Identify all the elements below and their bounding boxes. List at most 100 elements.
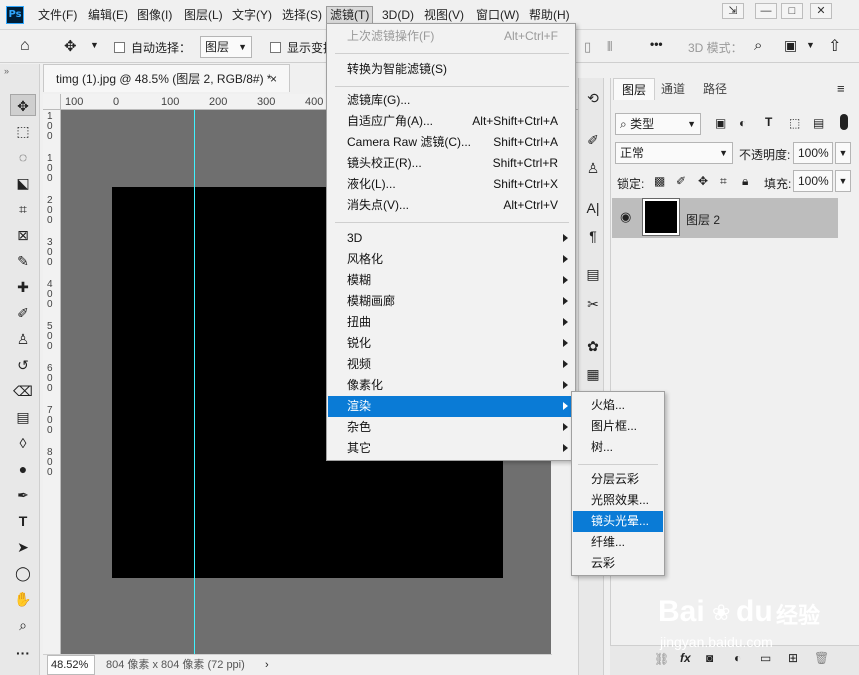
tab-paths[interactable]: 路径 <box>695 78 735 100</box>
submenu-item-tree[interactable]: 树... <box>573 437 663 458</box>
minimize-button[interactable]: — <box>755 3 777 19</box>
frame-tool-icon[interactable]: ⊠ <box>10 224 36 246</box>
menu-item-convert-smart[interactable]: 转换为智能滤镜(S) <box>328 59 574 80</box>
workspace-icon[interactable]: ▣ <box>784 37 797 54</box>
chevron-down-icon[interactable]: ▼ <box>835 142 851 164</box>
menu-item-blur-gallery[interactable]: 模糊画廊 <box>328 291 574 312</box>
pixel-filter-icon[interactable]: ▣ <box>715 116 726 130</box>
close-button[interactable]: ✕ <box>810 3 832 19</box>
path-select-icon[interactable]: ➤ <box>10 536 36 558</box>
menu-item-other[interactable]: 其它 <box>328 438 574 459</box>
tab-channels[interactable]: 通道 <box>653 78 693 100</box>
blend-mode-dropdown[interactable]: 正常 ▼ <box>615 142 733 164</box>
menu-item-stylize[interactable]: 风格化 <box>328 249 574 270</box>
document-tab[interactable]: timg (1).jpg @ 48.5% (图层 2, RGB/8#) * × <box>43 64 290 92</box>
search-icon[interactable]: ⌕ <box>754 37 762 54</box>
lock-position-icon[interactable]: ✥ <box>698 174 708 188</box>
menu-item-blur[interactable]: 模糊 <box>328 270 574 291</box>
menu-item-lens-correction[interactable]: 镜头校正(R)... Shift+Ctrl+R <box>328 153 574 174</box>
layer-filter-dropdown[interactable]: ⌕ 类型 ▼ <box>615 113 701 135</box>
gradient-tool-icon[interactable]: ▤ <box>10 406 36 428</box>
menu-view[interactable]: 视图(V) <box>421 6 467 24</box>
blur-tool-icon[interactable]: ◊ <box>10 432 36 454</box>
menu-file[interactable]: 文件(F) <box>35 6 80 24</box>
menu-filter[interactable]: 滤镜(T) <box>326 6 374 24</box>
menu-item-noise[interactable]: 杂色 <box>328 417 574 438</box>
smart-filter-icon[interactable]: ▤ <box>813 116 824 130</box>
menu-help[interactable]: 帮助(H) <box>526 6 573 24</box>
link-icon[interactable]: ⛓ <box>654 652 669 666</box>
pen-tool-icon[interactable]: ✒ <box>10 484 36 506</box>
adjustment-filter-icon[interactable]: ◐ <box>739 116 746 130</box>
more-tools-icon[interactable]: ··· <box>10 642 36 664</box>
dodge-tool-icon[interactable]: ● <box>10 458 36 480</box>
menu-window[interactable]: 窗口(W) <box>473 6 522 24</box>
healing-brush-icon[interactable]: ✚ <box>10 276 36 298</box>
show-transform-checkbox[interactable] <box>270 40 281 54</box>
more-options-icon[interactable]: ••• <box>650 37 663 51</box>
menu-type[interactable]: 文字(Y) <box>229 6 275 24</box>
status-menu-arrow[interactable]: › <box>265 655 269 675</box>
move-tool-icon[interactable]: ✥ <box>10 94 36 116</box>
menu-item-last-filter[interactable]: 上次滤镜操作(F) Alt+Ctrl+F <box>328 26 574 47</box>
menu-3d[interactable]: 3D(D) <box>379 6 417 24</box>
history-brush-icon[interactable]: ↺ <box>10 354 36 376</box>
submenu-item-lens-flare[interactable]: 镜头光晕... <box>573 511 663 532</box>
swatches-icon[interactable]: ✿ <box>583 336 603 356</box>
vertical-guide[interactable] <box>194 110 195 654</box>
type-filter-icon[interactable]: T <box>765 115 772 129</box>
history-icon[interactable]: ⟲ <box>583 88 603 108</box>
menu-item-vanishing-point[interactable]: 消失点(V)... Alt+Ctrl+V <box>328 195 574 216</box>
lock-artboard-icon[interactable]: ⌗ <box>720 174 727 189</box>
menu-item-3d[interactable]: 3D <box>328 228 574 249</box>
collapse-icon[interactable]: » <box>4 66 9 76</box>
menu-item-liquify[interactable]: 液化(L)... Shift+Ctrl+X <box>328 174 574 195</box>
type-tool-icon[interactable]: T <box>10 510 36 532</box>
clone-source-icon[interactable]: ♙ <box>583 158 603 178</box>
lock-pixels-icon[interactable]: ✐ <box>676 174 686 188</box>
menu-item-render[interactable]: 渲染 <box>328 396 574 417</box>
brush-tool-icon[interactable]: ✐ <box>10 302 36 324</box>
auto-select-dropdown[interactable]: 图层 ▼ <box>200 36 252 58</box>
menu-item-pixelate[interactable]: 像素化 <box>328 375 574 396</box>
eraser-tool-icon[interactable]: ⌫ <box>10 380 36 402</box>
menu-image[interactable]: 图像(I) <box>134 6 175 24</box>
chevron-down-icon[interactable]: ▼ <box>835 170 851 192</box>
eyedropper-tool-icon[interactable]: ✎ <box>10 250 36 272</box>
submenu-item-lighting-effects[interactable]: 光照效果... <box>573 490 663 511</box>
align-icon[interactable]: ▯ <box>584 39 591 55</box>
ruler-vertical[interactable]: 100100200300400500600700800 <box>43 110 61 654</box>
opacity-field[interactable]: 100% <box>793 142 833 164</box>
close-tab-icon[interactable]: × <box>270 65 277 93</box>
ellipse-tool-icon[interactable]: ◯ <box>10 562 36 584</box>
crop-tool-icon[interactable]: ⌗ <box>10 198 36 220</box>
filter-toggle[interactable] <box>840 114 848 130</box>
layer-name[interactable]: 图层 2 <box>686 211 720 228</box>
chevron-down-icon[interactable]: ▼ <box>806 40 815 50</box>
lock-all-icon[interactable]: 🔒︎ <box>742 174 748 189</box>
menu-item-sharpen[interactable]: 锐化 <box>328 333 574 354</box>
eye-icon[interactable]: ◉ <box>620 209 631 225</box>
fill-field[interactable]: 100% <box>793 170 833 192</box>
submenu-item-picture-frame[interactable]: 图片框... <box>573 416 663 437</box>
paragraph-icon[interactable]: ¶ <box>583 226 603 246</box>
menu-item-distort[interactable]: 扭曲 <box>328 312 574 333</box>
submenu-item-fibers[interactable]: 纤维... <box>573 532 663 553</box>
adjustments-icon[interactable]: ✂ <box>583 294 603 314</box>
zoom-tool-icon[interactable]: ⌕ <box>10 614 36 636</box>
patterns-icon[interactable]: ▦ <box>583 364 603 384</box>
submenu-item-clouds[interactable]: 云彩 <box>573 553 663 574</box>
shape-filter-icon[interactable]: ⬚ <box>789 116 800 130</box>
marquee-tool-icon[interactable]: ⬚ <box>10 120 36 142</box>
distribute-icon[interactable]: ⫴ <box>607 39 612 55</box>
chevron-down-icon[interactable]: ▼ <box>90 40 99 50</box>
menu-layer[interactable]: 图层(L) <box>181 6 226 24</box>
arrange-icon[interactable]: ⇲ <box>722 3 744 19</box>
brush-settings-icon[interactable]: ✐ <box>583 130 603 150</box>
tab-layers[interactable]: 图层 <box>613 78 656 100</box>
character-icon[interactable]: A| <box>583 198 603 218</box>
menu-item-filter-gallery[interactable]: 滤镜库(G)... <box>328 90 574 111</box>
stamp-tool-icon[interactable]: ♙ <box>10 328 36 350</box>
auto-select-checkbox[interactable] <box>114 40 125 54</box>
submenu-item-flame[interactable]: 火焰... <box>573 395 663 416</box>
